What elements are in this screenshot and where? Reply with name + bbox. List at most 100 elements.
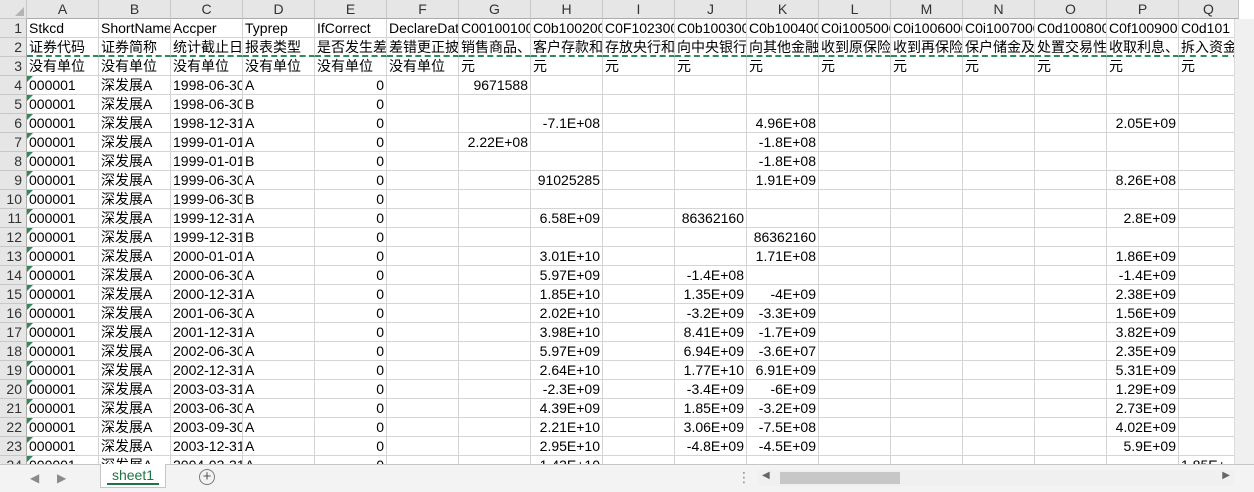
cell-d11[interactable]: A [243, 209, 315, 228]
cell-i19[interactable] [603, 361, 675, 380]
cell-b16[interactable]: 深发展A [99, 304, 171, 323]
cell-p4[interactable] [1107, 76, 1179, 95]
cell-m1[interactable]: C0i1006000 [891, 19, 963, 38]
cell-o5[interactable] [1035, 95, 1107, 114]
cell-d15[interactable]: A [243, 285, 315, 304]
column-header-j[interactable]: J [675, 0, 747, 19]
column-header-m[interactable]: M [891, 0, 963, 19]
row-header-23[interactable]: 23 [0, 437, 27, 456]
cell-k4[interactable] [747, 76, 819, 95]
cell-m16[interactable] [891, 304, 963, 323]
cell-a1[interactable]: Stkcd [27, 19, 99, 38]
row-header-13[interactable]: 13 [0, 247, 27, 266]
cell-e11[interactable]: 0 [315, 209, 387, 228]
cell-e22[interactable]: 0 [315, 418, 387, 437]
cell-j24[interactable] [675, 456, 747, 464]
column-header-d[interactable]: D [243, 0, 315, 19]
cell-o3[interactable]: 元 [1035, 57, 1107, 76]
cell-d5[interactable]: B [243, 95, 315, 114]
cell-c14[interactable]: 2000-06-30 [171, 266, 243, 285]
column-header-f[interactable]: F [387, 0, 459, 19]
cell-g15[interactable] [459, 285, 531, 304]
cell-j18[interactable]: 6.94E+09 [675, 342, 747, 361]
cell-n20[interactable] [963, 380, 1035, 399]
cell-k20[interactable]: -6E+09 [747, 380, 819, 399]
cell-o1[interactable]: C0d1008000 [1035, 19, 1107, 38]
cell-o18[interactable] [1035, 342, 1107, 361]
cell-h1[interactable]: C0b1002000 [531, 19, 603, 38]
cell-l18[interactable] [819, 342, 891, 361]
cell-k13[interactable]: 1.71E+08 [747, 247, 819, 266]
cell-a17[interactable]: 000001 [27, 323, 99, 342]
column-header-a[interactable]: A [27, 0, 99, 19]
cell-n24[interactable] [963, 456, 1035, 464]
cell-j1[interactable]: C0b1003000 [675, 19, 747, 38]
cell-f17[interactable] [387, 323, 459, 342]
cell-p17[interactable]: 3.82E+09 [1107, 323, 1179, 342]
cell-j8[interactable] [675, 152, 747, 171]
cell-j13[interactable] [675, 247, 747, 266]
cell-n1[interactable]: C0i1007000 [963, 19, 1035, 38]
cell-e19[interactable]: 0 [315, 361, 387, 380]
cell-q13[interactable] [1179, 247, 1239, 266]
cell-m2[interactable]: 收到再保险业务 [891, 38, 963, 57]
cell-g3[interactable]: 元 [459, 57, 531, 76]
cell-j6[interactable] [675, 114, 747, 133]
cell-h22[interactable]: 2.21E+10 [531, 418, 603, 437]
cell-g5[interactable] [459, 95, 531, 114]
cell-k15[interactable]: -4E+09 [747, 285, 819, 304]
cell-h6[interactable]: -7.1E+08 [531, 114, 603, 133]
cell-f19[interactable] [387, 361, 459, 380]
cell-k8[interactable]: -1.8E+08 [747, 152, 819, 171]
cell-j9[interactable] [675, 171, 747, 190]
cell-l3[interactable]: 元 [819, 57, 891, 76]
row-header-6[interactable]: 6 [0, 114, 27, 133]
cell-e24[interactable]: 0 [315, 456, 387, 464]
cell-b23[interactable]: 深发展A [99, 437, 171, 456]
cell-a23[interactable]: 000001 [27, 437, 99, 456]
cell-p1[interactable]: C0f1009000 [1107, 19, 1179, 38]
cell-q10[interactable] [1179, 190, 1239, 209]
cell-a21[interactable]: 000001 [27, 399, 99, 418]
cell-p3[interactable]: 元 [1107, 57, 1179, 76]
cell-p10[interactable] [1107, 190, 1179, 209]
cell-h11[interactable]: 6.58E+09 [531, 209, 603, 228]
cell-k24[interactable] [747, 456, 819, 464]
cell-k6[interactable]: 4.96E+08 [747, 114, 819, 133]
cell-q9[interactable] [1179, 171, 1239, 190]
cell-i5[interactable] [603, 95, 675, 114]
cell-n5[interactable] [963, 95, 1035, 114]
cell-e5[interactable]: 0 [315, 95, 387, 114]
add-sheet-button[interactable]: + [199, 469, 215, 485]
cell-f24[interactable] [387, 456, 459, 464]
cell-i24[interactable] [603, 456, 675, 464]
cell-n15[interactable] [963, 285, 1035, 304]
cell-a20[interactable]: 000001 [27, 380, 99, 399]
cell-q19[interactable] [1179, 361, 1239, 380]
row-header-1[interactable]: 1 [0, 19, 27, 38]
cell-j2[interactable]: 向中央银行借款 [675, 38, 747, 57]
cell-o4[interactable] [1035, 76, 1107, 95]
cell-a2[interactable]: 证券代码 [27, 38, 99, 57]
cell-e18[interactable]: 0 [315, 342, 387, 361]
cell-f7[interactable] [387, 133, 459, 152]
cell-l15[interactable] [819, 285, 891, 304]
cell-k19[interactable]: 6.91E+09 [747, 361, 819, 380]
cell-f21[interactable] [387, 399, 459, 418]
cell-c5[interactable]: 1998-06-30 [171, 95, 243, 114]
row-header-14[interactable]: 14 [0, 266, 27, 285]
horizontal-scrollbar[interactable]: ◀ ▶ [758, 470, 1234, 486]
cell-n18[interactable] [963, 342, 1035, 361]
cell-i23[interactable] [603, 437, 675, 456]
cell-g14[interactable] [459, 266, 531, 285]
cell-g4[interactable]: 9671588 [459, 76, 531, 95]
cell-a6[interactable]: 000001 [27, 114, 99, 133]
cell-q2[interactable]: 拆入资金 [1179, 38, 1239, 57]
cell-i18[interactable] [603, 342, 675, 361]
scroll-right-icon[interactable]: ▶ [1222, 470, 1230, 481]
cell-p2[interactable]: 收取利息、手续费 [1107, 38, 1179, 57]
cell-p21[interactable]: 2.73E+09 [1107, 399, 1179, 418]
cell-b20[interactable]: 深发展A [99, 380, 171, 399]
cell-m4[interactable] [891, 76, 963, 95]
cell-k10[interactable] [747, 190, 819, 209]
